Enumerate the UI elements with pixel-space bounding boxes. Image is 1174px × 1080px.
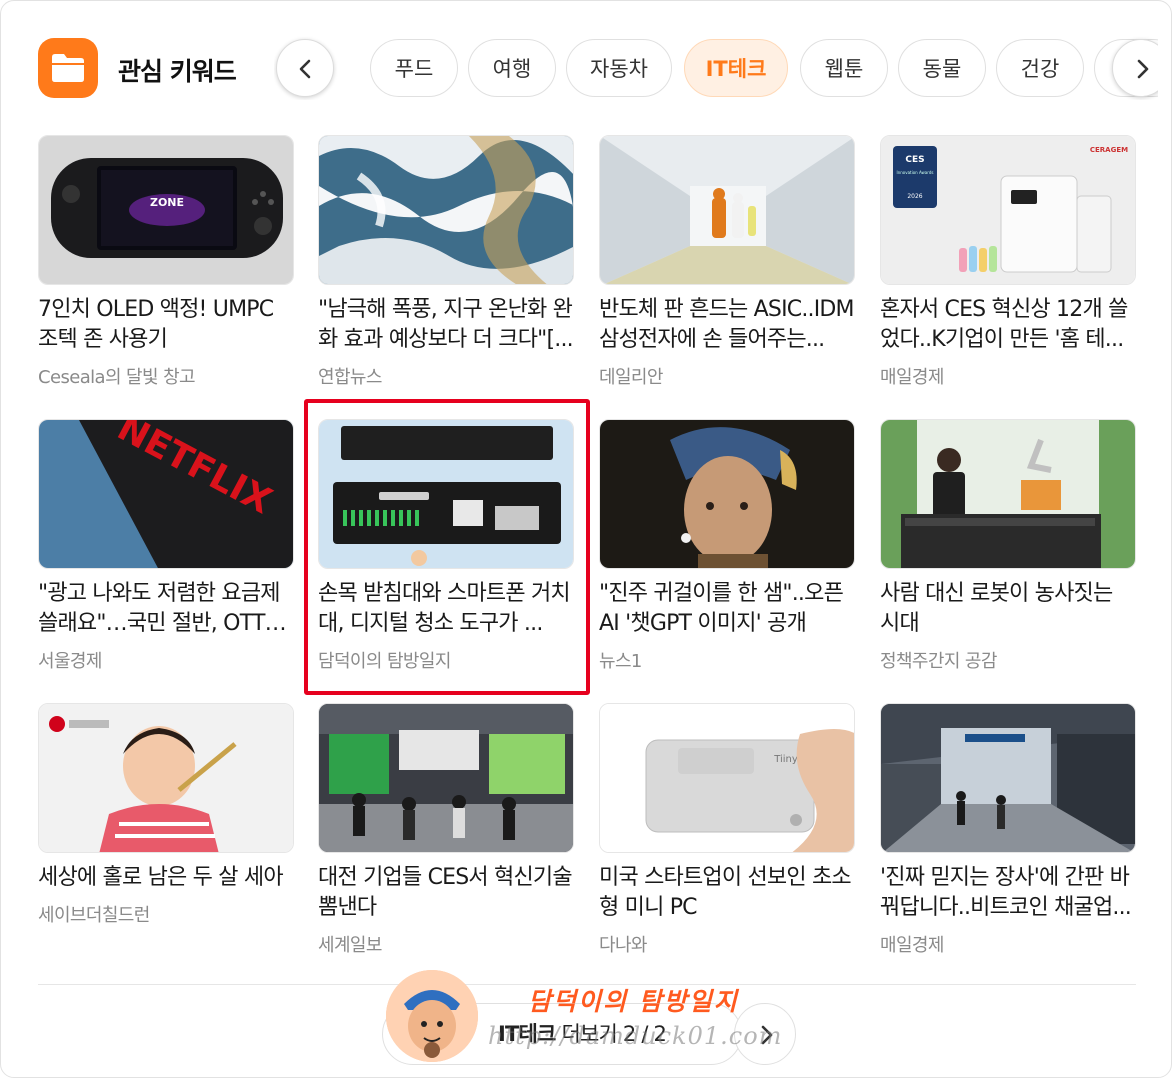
news-card[interactable]: 세상에 홀로 남은 두 살 세아 세이브더칠드런 xyxy=(38,703,294,933)
thumbnail-bitcoin-mine[interactable] xyxy=(880,703,1136,853)
highlight-box xyxy=(304,399,590,695)
prev-tabs-button[interactable] xyxy=(276,39,334,97)
card-source: 매일경제 xyxy=(880,367,944,388)
card-source: 다나와 xyxy=(599,935,647,956)
thumbnail-mini-pc[interactable]: Tiiny xyxy=(599,703,855,853)
ces-badge-year: 2026 xyxy=(907,193,922,200)
thumbnail-ces-booth[interactable] xyxy=(318,703,574,853)
card-source: 세계일보 xyxy=(318,935,382,956)
watermark-avatar xyxy=(386,970,478,1062)
brand-logo-text: CERAGEM xyxy=(1090,146,1128,154)
tab-animal[interactable]: 동물 xyxy=(898,39,986,97)
card-source: 세이브더칠드런 xyxy=(38,905,150,926)
news-card[interactable]: 사람 대신 로봇이 농사짓는 시대 정책주간지 공감 xyxy=(880,419,1136,679)
section-title: 관심 키워드 xyxy=(118,57,237,86)
news-card[interactable]: 대전 기업들 CES서 혁신기술 뽐낸다 세계일보 xyxy=(318,703,574,963)
tab-travel[interactable]: 여행 xyxy=(468,39,556,97)
tab-car[interactable]: 자동차 xyxy=(566,39,672,97)
thumbnail-handheld-pc[interactable]: ZONE xyxy=(38,135,294,285)
card-title[interactable]: "진주 귀걸이를 한 샘"..오픈AI '챗GPT 이미지' 공개 xyxy=(599,579,855,639)
card-title[interactable]: 반도체 판 흔드는 ASIC..IDM 삼성전자에 손 들어주는... xyxy=(599,295,855,355)
zone-logo-text: ZONE xyxy=(150,196,184,209)
keyword-header: 관심 키워드 푸드 여행 자동차 IT테크 웹툰 동물 건강 xyxy=(38,36,1158,100)
card-source: 서울경제 xyxy=(38,651,102,672)
thumbnail-pearl-earring[interactable] xyxy=(599,419,855,569)
thumbnail-netflix[interactable]: NETFLIX xyxy=(38,419,294,569)
thumbnail-toddler[interactable] xyxy=(38,703,294,853)
news-card[interactable]: '진짜 믿지는 장사'에 간판 바꿔답니다..비트코인 채굴업... 매일경제 xyxy=(880,703,1136,963)
tiiny-logo-text: Tiiny xyxy=(773,754,798,765)
thumbnail-farm-robot[interactable] xyxy=(880,419,1136,569)
card-source: 연합뉴스 xyxy=(318,367,382,388)
card-source: 매일경제 xyxy=(880,935,944,956)
keyword-tabs: 푸드 여행 자동차 IT테크 웹툰 동물 건강 xyxy=(274,36,1158,100)
thumbnail-earth-clouds[interactable] xyxy=(318,135,574,285)
watermark-url: http://damduck01.com xyxy=(488,1022,783,1050)
chevron-left-icon xyxy=(299,59,311,79)
news-card[interactable]: 반도체 판 흔드는 ASIC..IDM 삼성전자에 손 들어주는... 데일리안 xyxy=(599,135,855,395)
thumbnail-semiconductor-fab[interactable] xyxy=(599,135,855,285)
card-title[interactable]: 7인치 OLED 액정! UMPC 조텍 존 사용기 xyxy=(38,295,294,355)
news-card[interactable]: NETFLIX "광고 나와도 저렴한 요금제 쓸래요"…국민 절반, OTT … xyxy=(38,419,294,679)
tab-food[interactable]: 푸드 xyxy=(370,39,458,97)
news-card[interactable]: "진주 귀걸이를 한 샘"..오픈AI '챗GPT 이미지' 공개 뉴스1 xyxy=(599,419,855,679)
card-title[interactable]: "광고 나와도 저렴한 요금제 쓸래요"…국민 절반, OTT '... xyxy=(38,579,294,639)
card-source: 데일리안 xyxy=(599,367,663,388)
news-card[interactable]: Tiiny 미국 스타트업이 선보인 초소형 미니 PC 다나와 xyxy=(599,703,855,963)
watermark-title: 담덕이의 탐방일지 xyxy=(528,987,739,1016)
chevron-right-icon xyxy=(1137,59,1149,79)
news-card[interactable]: ZONE 7인치 OLED 액정! UMPC 조텍 존 사용기 Ceseala의… xyxy=(38,135,294,395)
ces-badge-subtext: Innovation Awards xyxy=(897,170,934,175)
card-source: Ceseala의 달빛 창고 xyxy=(38,367,196,388)
thumbnail-home-appliance[interactable]: CES Innovation Awards 2026 CERAGEM xyxy=(880,135,1136,285)
card-source: 뉴스1 xyxy=(599,651,642,672)
news-card[interactable]: CES Innovation Awards 2026 CERAGEM 혼자서 C… xyxy=(880,135,1136,395)
news-card[interactable]: "남극해 폭풍, 지구 온난화 완화 효과 예상보다 더 크다"[... 연합뉴… xyxy=(318,135,574,395)
card-title[interactable]: 혼자서 CES 혁신상 12개 쓸었다..K기업이 만든 '홈 테... xyxy=(880,295,1136,355)
ces-badge-text: CES xyxy=(905,155,924,165)
card-title[interactable]: 미국 스타트업이 선보인 초소형 미니 PC xyxy=(599,863,855,923)
tab-it-tech[interactable]: IT테크 xyxy=(684,39,788,97)
folder-icon xyxy=(38,38,98,98)
tab-health[interactable]: 건강 xyxy=(996,39,1084,97)
card-title[interactable]: 사람 대신 로봇이 농사짓는 시대 xyxy=(880,579,1136,639)
card-title[interactable]: '진짜 믿지는 장사'에 간판 바꿔답니다..비트코인 채굴업... xyxy=(880,863,1136,923)
card-title[interactable]: "남극해 폭풍, 지구 온난화 완화 효과 예상보다 더 크다"[... xyxy=(318,295,574,355)
card-title[interactable]: 대전 기업들 CES서 혁신기술 뽐낸다 xyxy=(318,863,574,923)
tab-webtoon[interactable]: 웹툰 xyxy=(800,39,888,97)
card-source: 정책주간지 공감 xyxy=(880,651,997,672)
